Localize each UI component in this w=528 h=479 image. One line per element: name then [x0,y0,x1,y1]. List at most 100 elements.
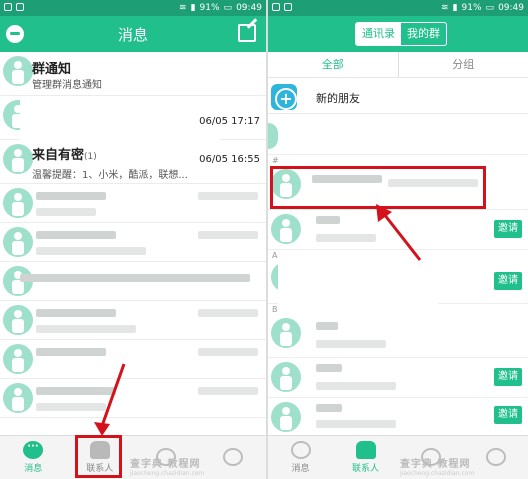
status-bar: ≋ ▮ 91% ▭ 09:49 [0,0,266,16]
unread-count: (1) [84,152,97,162]
item-time: 06/05 17:17 [199,116,260,127]
wifi-icon: ≋ [179,3,187,13]
signal-icon: ▮ [452,3,458,13]
contact-row[interactable]: 邀请 [268,398,528,435]
blurred-text [36,348,106,356]
blurred-text [36,208,96,216]
blurred-text [316,364,342,372]
contacts-screen: ≋ ▮ 91% ▭ 09:49 通讯录 我的群 全部 分组 新的朋友 # 邀请 … [268,0,528,479]
annotation-highlight-box [75,435,122,478]
avatar [3,227,33,257]
more-icon [485,447,506,466]
status-bar: ≋ ▮ 91% ▭ 09:49 [268,0,528,16]
list-item[interactable] [0,379,266,418]
item-preview: 温馨提醒：1、小米，酷派，联想... [32,170,188,181]
battery-icon: ▭ [223,3,233,13]
avatar [3,305,33,335]
clock: 09:49 [498,3,524,13]
tab-my-groups[interactable]: 我的群 [401,23,446,45]
blurred-text [316,234,376,242]
list-item[interactable] [0,184,266,223]
nav-messages[interactable]: 消息 [268,436,333,479]
title-bar: 消息 [0,16,266,52]
nav-contacts-label: 联系人 [351,464,379,474]
list-item[interactable] [0,223,266,262]
list-item[interactable] [0,301,266,340]
contact-subtabs: 全部 分组 [268,52,528,78]
list-item[interactable] [0,340,266,379]
avatar [271,318,301,348]
blurred-text [36,192,106,200]
bottom-nav: 消息 联系人 [268,435,528,479]
battery-icon: ▭ [485,3,495,13]
item-name-text: 来自有密 [32,148,85,163]
more-icon [222,447,243,466]
avatar [3,344,33,374]
avatar [271,214,301,244]
watermark-url: jiaocheng.chazidian.com [400,470,475,477]
watermark-url: jiaocheng.chazidian.com [130,470,205,477]
clock: 09:49 [236,3,262,13]
list-item-group-notice[interactable]: 群通知 管理群消息通知 [0,52,266,96]
annotation-arrow [94,363,126,436]
notification-icon [4,3,12,11]
blurred-text [198,192,258,200]
compose-icon[interactable] [238,24,256,42]
chat-bubble-icon [290,441,311,459]
battery-level: 91% [199,3,220,13]
page-title: 消息 [117,25,148,44]
avatar [3,144,33,174]
contacts-segmented-control: 通讯录 我的群 [355,22,447,46]
blurred-text [198,387,258,395]
invite-button[interactable]: 邀请 [494,368,522,386]
watermark: 查字典 教程网 jiaocheng.chazidian.com [400,455,474,477]
blurred-text [198,309,258,317]
tab-contacts[interactable]: 通讯录 [356,23,401,45]
avatar [3,383,33,413]
new-friends-item[interactable]: 新的朋友 [268,80,528,114]
nav-messages-label: 消息 [291,464,310,474]
signal-icon: ▮ [190,3,196,13]
new-friends-label: 新的朋友 [316,92,360,105]
messages-screen: ≋ ▮ 91% ▭ 09:49 消息 群通知 管理群消息通知 06/05 17:… [0,0,266,479]
redaction [20,96,220,140]
invite-button[interactable]: 邀请 [494,406,522,424]
watermark-text: 查字典 教程网 [130,459,201,470]
tab-grouped[interactable]: 分组 [397,52,528,77]
nav-messages[interactable]: 消息 [0,436,67,479]
contacts-icon [355,441,376,459]
list-item[interactable]: 06/05 17:17 [0,96,266,140]
blurred-text [316,322,338,330]
blurred-text [316,382,396,390]
invite-button[interactable]: 邀请 [494,272,522,290]
item-name: 来自有密(1) [32,144,97,163]
contact-row[interactable] [268,314,528,358]
nav-contacts[interactable]: 联系人 [333,436,398,479]
contact-row[interactable]: 邀请 [268,358,528,398]
list-item[interactable]: 来自有密(1) 温馨提醒：1、小米，酷派，联想... 06/05 16:55 [0,140,266,184]
invite-button[interactable]: 邀请 [494,220,522,238]
tab-all[interactable]: 全部 [268,52,398,77]
avatar [271,402,301,432]
blurred-text [316,340,386,348]
item-name: 群通知 [32,62,72,77]
blurred-text [36,247,146,255]
item-time: 06/05 16:55 [199,154,260,165]
section-letter: B [272,305,278,314]
wifi-icon: ≋ [441,3,449,13]
blurred-text [316,216,340,224]
item-preview: 管理群消息通知 [32,80,102,91]
chat-bubble-icon [23,441,44,459]
blurred-text [36,309,116,317]
blurred-text [198,231,258,239]
watermark-text: 查字典 教程网 [400,459,471,470]
list-item[interactable] [268,115,528,155]
nav-more[interactable] [200,436,267,479]
avatar [3,56,33,86]
list-item[interactable] [0,262,266,301]
nav-messages-label: 消息 [24,464,43,474]
notification-icon [272,3,280,11]
blurred-text [316,404,342,412]
battery-level: 91% [461,3,482,13]
redaction [106,184,162,222]
